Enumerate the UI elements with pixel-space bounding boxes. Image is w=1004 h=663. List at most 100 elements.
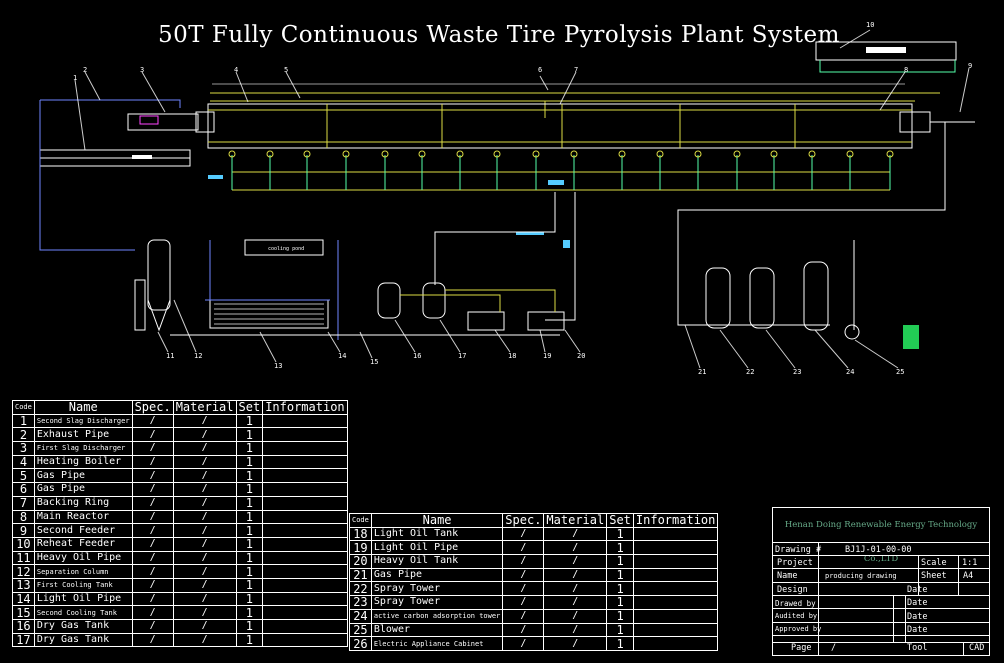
- cooling-pond-label: cooling pond: [268, 246, 304, 252]
- row-material: /: [172, 619, 237, 634]
- row-spec: /: [502, 526, 545, 542]
- row-spec: /: [502, 581, 545, 597]
- sheet-label: Sheet: [921, 571, 947, 581]
- table-row: 25 Blower //1: [349, 622, 719, 638]
- row-spec: /: [131, 564, 174, 579]
- row-spec: /: [502, 540, 545, 556]
- col-material: Material: [172, 400, 237, 415]
- row-name: Spray Tower: [370, 581, 504, 597]
- row-material: /: [543, 526, 608, 542]
- row-material: /: [172, 482, 237, 497]
- row-information: [262, 605, 348, 620]
- row-material: /: [172, 605, 237, 620]
- callout-20: 20: [577, 352, 585, 360]
- row-information: [632, 595, 719, 610]
- scale-value: 1:1: [962, 558, 978, 568]
- row-set: 1: [235, 523, 264, 538]
- row-material: /: [172, 564, 237, 579]
- col-code: Code: [349, 513, 372, 528]
- row-name: Dry Gas Tank: [33, 619, 133, 634]
- row-information: [262, 509, 348, 525]
- carbon-tower-24: [803, 261, 829, 331]
- col-information: Information: [632, 513, 719, 528]
- project-label: Project: [777, 558, 813, 568]
- row-spec: /: [131, 523, 174, 538]
- col-spec: Spec.: [131, 400, 174, 415]
- spray-tower-23: [749, 267, 775, 329]
- row-information: [262, 632, 348, 648]
- row-name: Second Slag Discharger: [33, 413, 133, 429]
- row-name: Main Reactor: [33, 509, 133, 525]
- row-set: 1: [606, 567, 634, 583]
- row-information: [262, 564, 348, 579]
- callout-23: 23: [793, 368, 801, 376]
- row-material: /: [543, 636, 608, 651]
- row-code: 23: [349, 595, 372, 610]
- row-spec: /: [131, 577, 174, 593]
- row-code: 3: [12, 441, 35, 456]
- callout-9: 9: [968, 62, 972, 70]
- row-information: [632, 567, 719, 583]
- drawing-label: Drawing #: [775, 545, 822, 555]
- row-information: [632, 581, 719, 597]
- row-code: 21: [349, 567, 372, 583]
- row-name: Light Oil Pipe: [370, 540, 504, 556]
- row-material: /: [543, 595, 608, 610]
- exhaust-pipe: [39, 99, 181, 251]
- audited-by-label: Audited by: [775, 612, 818, 620]
- row-code: 4: [12, 454, 35, 470]
- row-information: [632, 622, 719, 638]
- design-label: Design: [777, 585, 808, 595]
- callout-15: 15: [370, 358, 378, 366]
- row-information: [632, 540, 719, 556]
- row-information: [632, 554, 719, 569]
- row-material: /: [543, 554, 608, 569]
- electric-cabinet: [903, 325, 919, 349]
- sheet-value: A4: [963, 571, 974, 581]
- row-spec: /: [131, 454, 174, 470]
- row-information: [632, 526, 719, 542]
- callout-7: 7: [574, 66, 578, 74]
- row-material: /: [543, 540, 608, 556]
- name-value: producing drawing: [825, 572, 897, 580]
- row-set: 1: [235, 536, 264, 552]
- gas-pipe-top: [210, 92, 940, 102]
- light-oil-tank: [467, 311, 505, 331]
- row-code: 22: [349, 581, 372, 597]
- row-spec: /: [131, 536, 174, 552]
- row-name: Second Feeder: [33, 523, 133, 538]
- row-set: 1: [235, 577, 264, 593]
- row-information: [262, 454, 348, 470]
- callout-18: 18: [508, 352, 516, 360]
- row-name: Light Oil Tank: [370, 526, 504, 542]
- row-code: 9: [12, 523, 35, 538]
- row-information: [262, 495, 348, 511]
- callout-12: 12: [194, 352, 202, 360]
- row-material: /: [172, 509, 237, 525]
- table-row: 21 Gas Pipe //1: [349, 567, 719, 583]
- row-spec: /: [131, 413, 174, 429]
- row-set: 1: [606, 554, 634, 569]
- row-set: 1: [235, 413, 264, 429]
- callout-2: 2: [83, 66, 87, 74]
- row-information: [262, 482, 348, 497]
- table-row: 10 Reheat Feeder //1: [12, 536, 348, 552]
- row-name: Gas Pipe: [33, 468, 133, 484]
- row-name: First Cooling Tank: [33, 577, 133, 593]
- table-row: 19 Light Oil Pipe //1: [349, 540, 719, 556]
- row-material: /: [543, 581, 608, 597]
- row-set: 1: [606, 622, 634, 638]
- row-spec: /: [502, 608, 545, 624]
- row-spec: /: [131, 632, 174, 648]
- callout-11: 11: [166, 352, 174, 360]
- table-row: 5 Gas Pipe //1: [12, 468, 348, 484]
- row-code: 7: [12, 495, 35, 511]
- table-row: 24 active carbon adsorption tower //1: [349, 608, 719, 624]
- row-spec: /: [131, 441, 174, 456]
- row-material: /: [172, 632, 237, 648]
- page-value: /: [831, 643, 837, 653]
- row-spec: /: [131, 468, 174, 484]
- row-code: 24: [349, 608, 372, 624]
- row-name: Blower: [370, 622, 504, 638]
- row-set: 1: [606, 581, 634, 597]
